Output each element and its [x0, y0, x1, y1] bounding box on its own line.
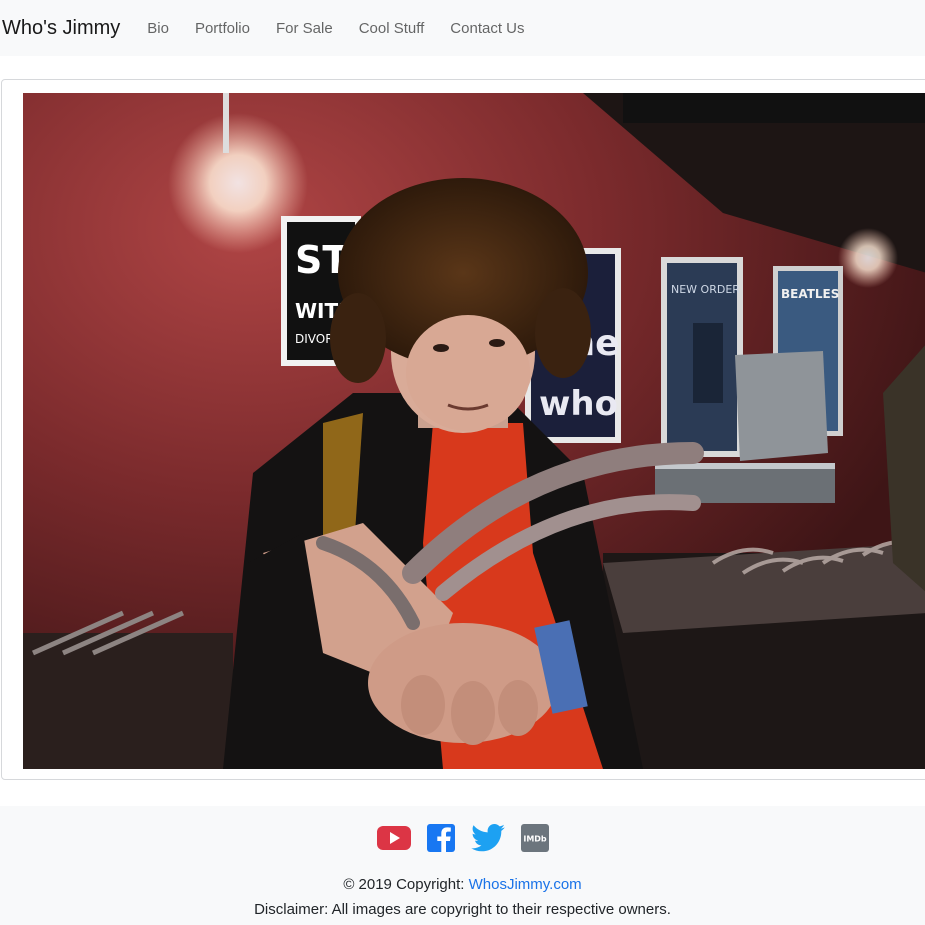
poster-the-who-line2: who — [539, 384, 618, 424]
youtube-icon — [376, 826, 411, 850]
footer: IMDb © 2019 Copyright: WhosJimmy.com Dis… — [0, 806, 925, 925]
poster-new-order: NEW ORDER — [661, 257, 743, 457]
nav-link-portfolio[interactable]: Portfolio — [182, 20, 263, 37]
hero-photo-illustration: ST WITH DIVORCE The who NEW ORDER BEATLE… — [23, 93, 925, 769]
imdb-icon: IMDb — [520, 824, 549, 852]
site-link[interactable]: WhosJimmy.com — [469, 876, 582, 893]
copyright-text: © 2019 Copyright: — [343, 876, 469, 893]
nav-link-for-sale[interactable]: For Sale — [263, 20, 346, 37]
brand-link[interactable]: Who's Jimmy — [2, 17, 120, 40]
facebook-link[interactable] — [426, 824, 455, 857]
nav-link-bio[interactable]: Bio — [134, 20, 182, 37]
nav-link-contact-us[interactable]: Contact Us — [437, 20, 537, 37]
poster-new-order-text: NEW ORDER — [671, 283, 740, 296]
disclaimer-text: Disclaimer: All images are copyright to … — [254, 901, 671, 918]
youtube-link[interactable] — [376, 826, 411, 855]
twitter-link[interactable] — [470, 824, 505, 857]
poster-beatles-text: BEATLES — [781, 287, 839, 301]
imdb-icon-label: IMDb — [523, 835, 547, 844]
copyright-line: © 2019 Copyright: WhosJimmy.com — [0, 876, 925, 893]
social-links: IMDb — [0, 824, 925, 857]
hero-photo: ST WITH DIVORCE The who NEW ORDER BEATLE… — [23, 93, 925, 769]
twitter-icon — [470, 824, 505, 852]
photo-card: ST WITH DIVORCE The who NEW ORDER BEATLE… — [1, 79, 925, 780]
imdb-link[interactable]: IMDb — [520, 824, 549, 857]
nav-link-cool-stuff[interactable]: Cool Stuff — [346, 20, 438, 37]
facebook-icon — [426, 824, 455, 852]
top-navbar: Who's Jimmy Bio Portfolio For Sale Cool … — [0, 0, 925, 56]
